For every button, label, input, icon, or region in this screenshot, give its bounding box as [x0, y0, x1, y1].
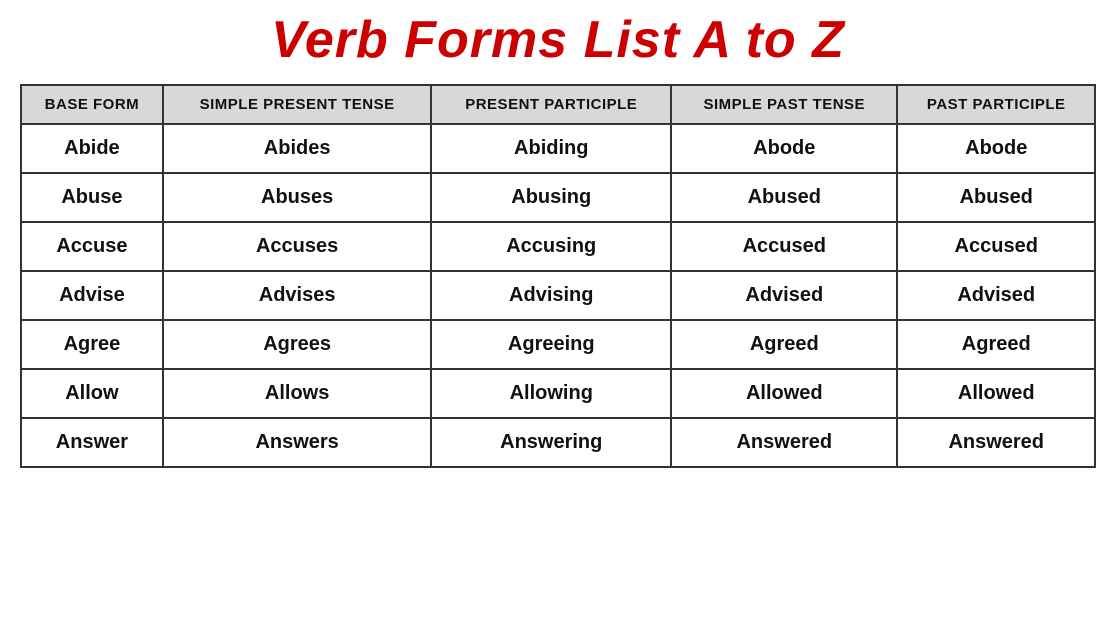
table-cell-6-3: Answered [671, 418, 897, 467]
table-cell-6-0: Answer [21, 418, 163, 467]
table-cell-3-1: Advises [163, 271, 432, 320]
table-cell-1-0: Abuse [21, 173, 163, 222]
table-cell-4-3: Agreed [671, 320, 897, 369]
table-cell-5-2: Allowing [431, 369, 671, 418]
table-cell-3-0: Advise [21, 271, 163, 320]
table-row: AdviseAdvisesAdvisingAdvisedAdvised [21, 271, 1095, 320]
table-cell-3-2: Advising [431, 271, 671, 320]
column-header-0: BASE FORM [21, 85, 163, 124]
table-row: AbuseAbusesAbusingAbusedAbused [21, 173, 1095, 222]
table-cell-2-3: Accused [671, 222, 897, 271]
table-cell-5-4: Allowed [897, 369, 1095, 418]
column-header-3: SIMPLE PAST TENSE [671, 85, 897, 124]
table-cell-0-0: Abide [21, 124, 163, 173]
table-cell-1-3: Abused [671, 173, 897, 222]
column-header-2: PRESENT PARTICIPLE [431, 85, 671, 124]
table-cell-0-2: Abiding [431, 124, 671, 173]
table-row: AnswerAnswersAnsweringAnsweredAnswered [21, 418, 1095, 467]
table-cell-5-0: Allow [21, 369, 163, 418]
table-cell-1-4: Abused [897, 173, 1095, 222]
table-cell-6-1: Answers [163, 418, 432, 467]
table-row: AllowAllowsAllowingAllowedAllowed [21, 369, 1095, 418]
table-cell-4-2: Agreeing [431, 320, 671, 369]
table-cell-3-4: Advised [897, 271, 1095, 320]
table-cell-2-2: Accusing [431, 222, 671, 271]
table-row: AgreeAgreesAgreeingAgreedAgreed [21, 320, 1095, 369]
table-cell-6-4: Answered [897, 418, 1095, 467]
table-cell-2-0: Accuse [21, 222, 163, 271]
page-title: Verb Forms List A to Z [271, 10, 845, 70]
table-cell-0-4: Abode [897, 124, 1095, 173]
table-cell-3-3: Advised [671, 271, 897, 320]
table-cell-0-3: Abode [671, 124, 897, 173]
table-cell-1-1: Abuses [163, 173, 432, 222]
column-header-4: PAST PARTICIPLE [897, 85, 1095, 124]
table-header-row: BASE FORMSIMPLE PRESENT TENSEPRESENT PAR… [21, 85, 1095, 124]
table-row: AccuseAccusesAccusingAccusedAccused [21, 222, 1095, 271]
table-cell-2-1: Accuses [163, 222, 432, 271]
column-header-1: SIMPLE PRESENT TENSE [163, 85, 432, 124]
table-cell-0-1: Abides [163, 124, 432, 173]
table-cell-5-3: Allowed [671, 369, 897, 418]
table-cell-4-0: Agree [21, 320, 163, 369]
table-cell-4-1: Agrees [163, 320, 432, 369]
verb-forms-table: BASE FORMSIMPLE PRESENT TENSEPRESENT PAR… [20, 84, 1096, 468]
table-cell-2-4: Accused [897, 222, 1095, 271]
table-cell-4-4: Agreed [897, 320, 1095, 369]
table-cell-1-2: Abusing [431, 173, 671, 222]
table-cell-5-1: Allows [163, 369, 432, 418]
table-row: AbideAbidesAbidingAbodeAbode [21, 124, 1095, 173]
table-cell-6-2: Answering [431, 418, 671, 467]
